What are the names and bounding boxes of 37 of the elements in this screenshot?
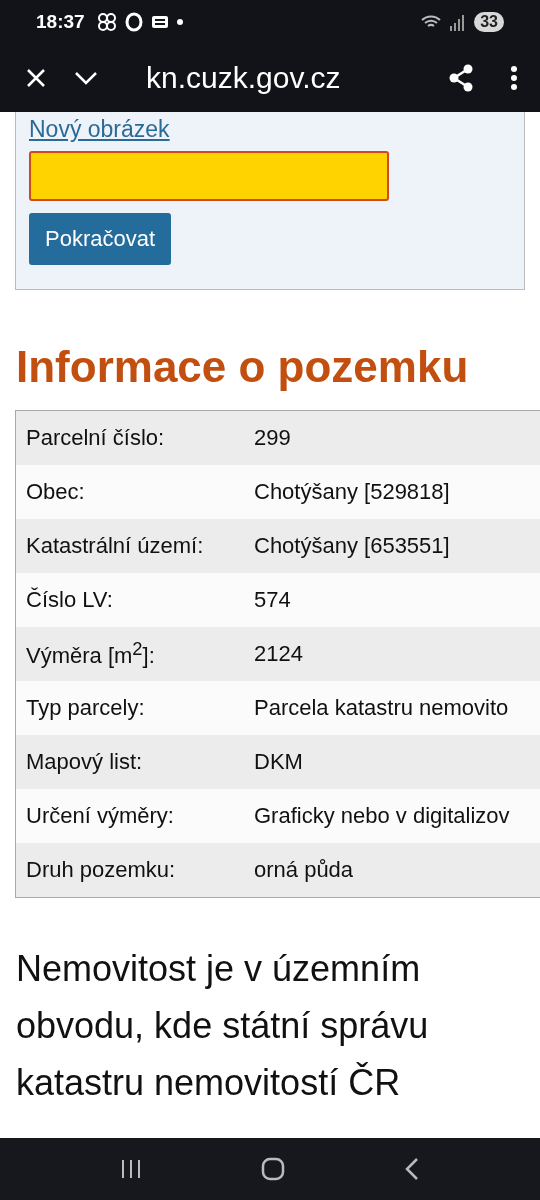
row-label: Číslo LV: — [25, 587, 114, 613]
status-time: 18:37 — [36, 11, 85, 33]
row-value: Chotýšany [529818] — [254, 479, 450, 505]
home-icon[interactable] — [261, 1157, 285, 1181]
dot-icon — [176, 19, 183, 25]
card-icon — [150, 15, 169, 29]
row-value: Chotýšany [653551] — [254, 533, 450, 559]
info-paragraph: Nemovitost je v územním obvodu, kde státní správu katastru nemovitostí ČR — [16, 947, 430, 1105]
close-icon[interactable] — [26, 68, 46, 88]
row-value: orná půda — [254, 857, 354, 883]
chevron-down-icon[interactable] — [74, 71, 98, 85]
menu-icon[interactable] — [510, 66, 518, 90]
signal-icon — [450, 13, 467, 31]
row-value: DKM — [254, 749, 303, 775]
pinwheel-icon — [96, 12, 117, 32]
share-icon[interactable] — [448, 64, 474, 92]
row-label: Katastrální území: — [25, 533, 205, 559]
row-value: Graficky nebo v digitalizov — [254, 803, 510, 829]
page-heading: Informace o pozemku — [16, 342, 470, 392]
row-value: 574 — [254, 587, 291, 613]
row-label: Mapový list: — [25, 749, 144, 775]
battery-level: 33 — [474, 12, 504, 32]
row-value: 2124 — [254, 641, 303, 667]
continue-button[interactable]: Pokračovat — [29, 213, 172, 265]
row-label: Výměra [m$^{2}$]: — [25, 638, 156, 670]
back-icon[interactable] — [404, 1157, 421, 1181]
row-label: Parcelní číslo: — [25, 425, 166, 451]
row-value: 299 — [254, 425, 291, 451]
row-label: Druh pozemku: — [25, 857, 177, 883]
new-image-link[interactable]: Nový obrázek — [29, 116, 170, 143]
row-label: Obec: — [25, 479, 86, 505]
ring-icon — [124, 12, 143, 32]
captcha-input[interactable] — [29, 151, 389, 201]
row-label: Určení výměry: — [25, 803, 175, 829]
recents-icon[interactable] — [119, 1158, 142, 1180]
row-label: Typ parcely: — [25, 695, 146, 721]
row-value: Parcela katastru nemovito — [254, 695, 509, 721]
